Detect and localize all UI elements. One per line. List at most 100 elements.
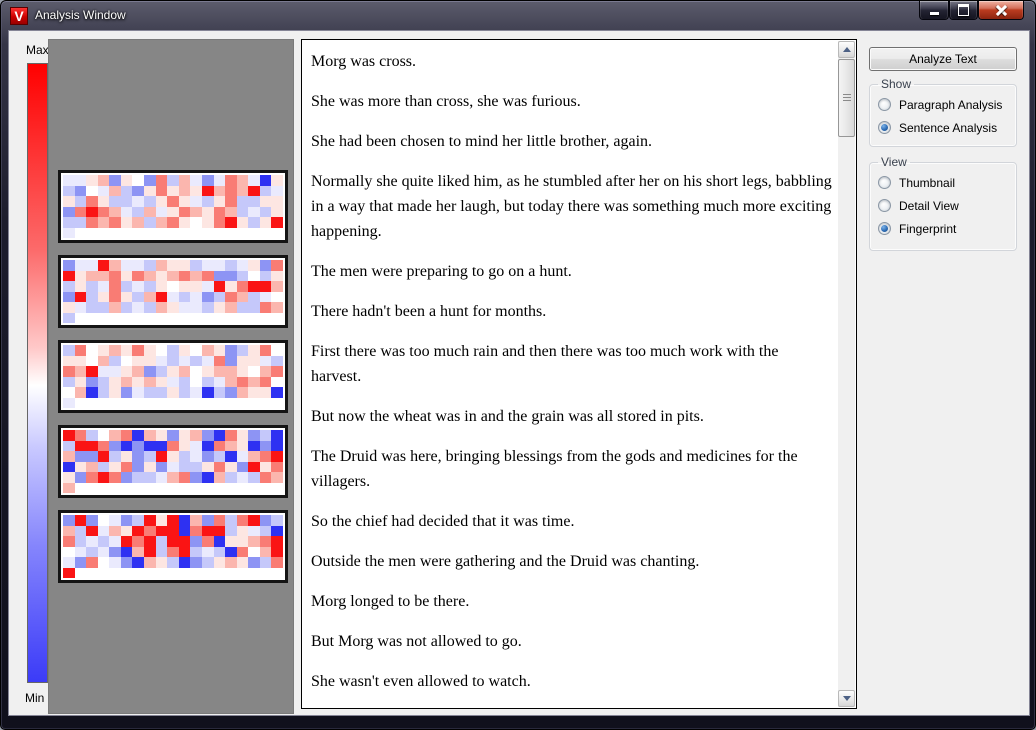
heatmap-cell <box>260 483 272 494</box>
heatmap-cell <box>214 568 226 579</box>
heatmap-cell <box>225 345 237 356</box>
vertical-scrollbar[interactable] <box>838 41 855 707</box>
heatmap-cell <box>109 472 121 483</box>
fingerprint-thumbnail-4[interactable] <box>58 425 288 498</box>
heatmap-cell <box>121 186 133 197</box>
heatmap-cell <box>98 345 110 356</box>
heatmap-cell <box>248 207 260 218</box>
heatmap-cell <box>202 398 214 409</box>
heatmap-cell <box>144 568 156 579</box>
heatmap-cell <box>179 345 191 356</box>
close-icon <box>996 5 1007 16</box>
fingerprint-thumbnail-1[interactable] <box>58 170 288 243</box>
titlebar[interactable]: V Analysis Window <box>1 1 1035 31</box>
heatmap-cell <box>167 398 179 409</box>
heatmap-cell <box>86 472 98 483</box>
heatmap-cell <box>237 451 249 462</box>
heatmap-cell <box>214 547 226 558</box>
heatmap-cell <box>167 217 179 228</box>
heatmap-cell <box>98 175 110 186</box>
heatmap-cell <box>214 196 226 207</box>
heatmap-cell <box>190 228 202 239</box>
radio-thumbnail[interactable]: Thumbnail <box>878 171 1016 194</box>
heatmap-cell <box>202 281 214 292</box>
heatmap-cell <box>237 526 249 537</box>
heatmap-cell <box>86 387 98 398</box>
heatmap-cell <box>63 547 75 558</box>
fingerprint-thumbnail-3[interactable] <box>58 340 288 413</box>
heatmap-cell <box>144 483 156 494</box>
heatmap-cell <box>98 387 110 398</box>
heatmap-cell <box>109 345 121 356</box>
heatmap-cell <box>86 568 98 579</box>
heatmap-cell <box>63 557 75 568</box>
scrollbar-thumb[interactable] <box>838 59 855 137</box>
heatmap-cell <box>86 377 98 388</box>
heatmap-cell <box>225 398 237 409</box>
heatmap-cell <box>109 292 121 303</box>
heatmap-cell <box>214 515 226 526</box>
heatmap-cell <box>225 356 237 367</box>
heatmap-cell <box>98 568 110 579</box>
heatmap-cell <box>190 568 202 579</box>
heatmap-cell <box>237 260 249 271</box>
heatmap-cell <box>271 292 283 303</box>
analyze-text-button[interactable]: Analyze Text <box>869 47 1017 71</box>
document-text[interactable]: Morg was cross.She was more than cross, … <box>302 40 838 708</box>
radio-paragraph-analysis[interactable]: Paragraph Analysis <box>878 93 1016 116</box>
heatmap-cell <box>167 547 179 558</box>
heatmap-cell <box>260 366 272 377</box>
minimize-button[interactable] <box>919 1 949 20</box>
heatmap-grid <box>63 175 283 238</box>
heatmap-cell <box>271 196 283 207</box>
heatmap-cell <box>63 462 75 473</box>
heatmap-cell <box>98 217 110 228</box>
heatmap-cell <box>132 472 144 483</box>
heatmap-cell <box>75 462 87 473</box>
scrollbar-grip-icon <box>843 94 851 102</box>
heatmap-cell <box>98 366 110 377</box>
heatmap-cell <box>260 526 272 537</box>
heatmap-cell <box>156 547 168 558</box>
scroll-down-button[interactable] <box>838 690 855 707</box>
heatmap-cell <box>214 387 226 398</box>
heatmap-cell <box>167 441 179 452</box>
heatmap-cell <box>179 441 191 452</box>
heatmap-cell <box>248 536 260 547</box>
heatmap-cell <box>167 228 179 239</box>
heatmap-cell <box>225 366 237 377</box>
heatmap-cell <box>260 472 272 483</box>
heatmap-cell <box>132 451 144 462</box>
heatmap-cell <box>167 260 179 271</box>
heatmap-cell <box>132 430 144 441</box>
fingerprint-thumbnail-5[interactable] <box>58 510 288 583</box>
heatmap-cell <box>109 175 121 186</box>
heatmap-cell <box>156 366 168 377</box>
heatmap-cell <box>86 430 98 441</box>
heatmap-cell <box>109 387 121 398</box>
heatmap-cell <box>260 515 272 526</box>
heatmap-cell <box>156 472 168 483</box>
heatmap-cell <box>156 175 168 186</box>
heatmap-cell <box>248 377 260 388</box>
heatmap-cell <box>144 217 156 228</box>
heatmap-cell <box>132 547 144 558</box>
heatmap-cell <box>132 398 144 409</box>
client-area: Max Min Morg was cross.She was more than… <box>9 31 1029 715</box>
fingerprint-thumbnail-2[interactable] <box>58 255 288 328</box>
radio-fingerprint[interactable]: Fingerprint <box>878 217 1016 240</box>
radio-detail-view[interactable]: Detail View <box>878 194 1016 217</box>
close-button[interactable] <box>978 1 1024 20</box>
heatmap-cell <box>179 568 191 579</box>
heatmap-cell <box>144 387 156 398</box>
radio-sentence-analysis[interactable]: Sentence Analysis <box>878 116 1016 139</box>
scroll-up-button[interactable] <box>838 41 855 58</box>
heatmap-cell <box>214 186 226 197</box>
heatmap-cell <box>225 430 237 441</box>
maximize-button[interactable] <box>949 1 978 20</box>
heatmap-cell <box>237 175 249 186</box>
heatmap-cell <box>237 462 249 473</box>
heatmap-cell <box>167 196 179 207</box>
radio-label: Fingerprint <box>899 222 956 236</box>
heatmap-cell <box>98 441 110 452</box>
